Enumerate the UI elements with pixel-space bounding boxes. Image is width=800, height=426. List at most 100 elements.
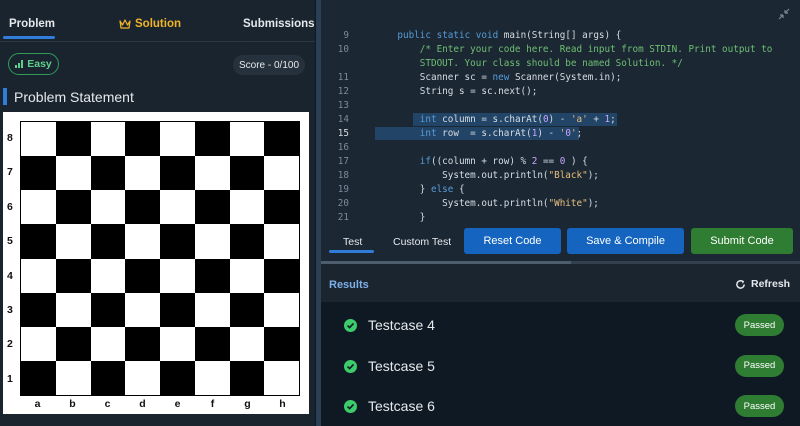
chessboard-grid [20,121,300,396]
code-line[interactable]: 14 int column = s.charAt(0) - 'a' + 1; [321,113,800,126]
refresh-button[interactable]: Refresh [735,278,790,290]
save-compile-button[interactable]: Save & Compile [567,228,684,254]
board-square [90,292,126,327]
rank-label: 4 [7,269,13,282]
check-circle-icon [344,400,357,413]
line-number: 12 [337,86,349,97]
reset-code-button[interactable]: Reset Code [464,228,561,254]
board-square [125,258,160,293]
rank-label: 6 [7,200,13,213]
testcase-row[interactable]: Testcase 5 Passed [321,346,800,386]
code-line[interactable]: 12 String s = sc.next(); [321,85,800,98]
board-square [229,224,265,259]
board-square [125,224,160,259]
status-badge: Passed [735,314,784,336]
board-square [125,360,160,395]
board-square [229,292,265,327]
difficulty-badge: Easy [8,53,59,75]
board-square [21,156,56,191]
submit-code-button[interactable]: Submit Code [691,228,793,254]
board-square [21,224,56,259]
board-square [194,326,230,361]
rank-label: 8 [7,132,13,144]
code-line[interactable]: 9 public static void main(String[] args)… [321,29,800,42]
code-line[interactable]: 17 if((column + row) % 2 == 0 ) { [321,155,800,168]
code-text: /* Enter your code here. Read input from… [375,44,773,55]
board-square [264,258,299,293]
testcase-row[interactable]: Testcase 6 Passed [321,386,800,426]
board-square [264,360,299,395]
refresh-icon [736,279,745,289]
code-line[interactable]: 11 Scanner sc = new Scanner(System.in); [321,71,800,84]
line-number: 9 [343,30,349,41]
board-square [160,326,195,361]
tab-solution[interactable]: Solution [119,18,181,30]
board-square [194,292,230,327]
board-square [90,190,126,225]
board-square [194,122,230,157]
file-label: h [279,398,286,410]
results-title: Results [329,279,369,291]
rank-label: 3 [7,304,13,316]
code-text: System.out.println("White"); [375,198,599,209]
board-square [194,224,230,259]
tab-custom-test[interactable]: Custom Test [393,236,451,248]
chessboard-image: 8 7 6 5 4 3 2 1 a b c d e f g h [3,112,309,414]
code-line[interactable]: 16 [321,141,800,154]
testcase-name: Testcase 4 [368,317,435,333]
code-text: STDOUT. Your class should be named Solut… [375,58,683,69]
board-square [125,190,160,225]
code-line[interactable]: STDOUT. Your class should be named Solut… [321,57,800,70]
board-square [55,224,91,259]
board-square [194,156,230,191]
line-number: 14 [337,114,349,125]
board-square [90,122,126,157]
line-number: 13 [337,100,349,111]
code-text: int column = s.charAt(0) - 'a' + 1; [419,114,616,125]
board-square [21,326,56,361]
board-square [55,258,91,293]
code-line[interactable]: 20 System.out.println("White"); [321,197,800,210]
board-square [264,190,299,225]
line-number: 18 [337,170,349,181]
file-label: a [34,398,41,410]
line-number: 19 [337,184,349,195]
file-label: b [69,398,76,410]
problem-panel: Problem Solution Submissions Easy Score … [0,0,315,426]
rank-label: 5 [7,235,13,248]
board-square [55,360,91,395]
tab-submissions[interactable]: Submissions [243,18,315,30]
code-editor[interactable]: 9 public static void main(String[] args)… [321,0,800,222]
board-square [160,190,195,225]
code-text: } [375,212,426,222]
board-square [194,190,230,225]
board-square [21,122,56,157]
board-square [160,360,195,395]
code-line[interactable]: 21 } [321,211,800,222]
board-square [55,122,91,157]
tab-test[interactable]: Test [343,236,362,248]
testcase-name: Testcase 5 [368,357,435,374]
board-square [90,224,126,259]
code-line[interactable]: 13 [321,99,800,112]
board-square [21,292,56,327]
code-text: } else { [375,184,465,195]
testcase-row[interactable]: Testcase 4 Passed [321,305,800,345]
code-line[interactable]: 19 } else { [321,183,800,196]
code-line[interactable]: 10 /* Enter your code here. Read input f… [321,43,800,56]
board-square [264,122,299,157]
board-square [229,190,265,225]
board-square [160,224,195,259]
board-square [229,326,265,361]
code-text: Scanner sc = new Scanner(System.in); [375,72,622,83]
tab-problem[interactable]: Problem [9,18,55,30]
file-label: e [174,398,181,410]
code-line[interactable]: 18 System.out.println("Black"); [321,169,800,182]
check-circle-icon [344,319,357,332]
board-square [90,156,126,191]
board-square [125,122,160,157]
file-label: d [139,398,146,410]
collapse-icon[interactable] [778,8,790,20]
problem-statement-title: Problem Statement [14,89,134,105]
code-line[interactable]: 15 int row = s.charAt(1) - '0'; [321,127,800,140]
